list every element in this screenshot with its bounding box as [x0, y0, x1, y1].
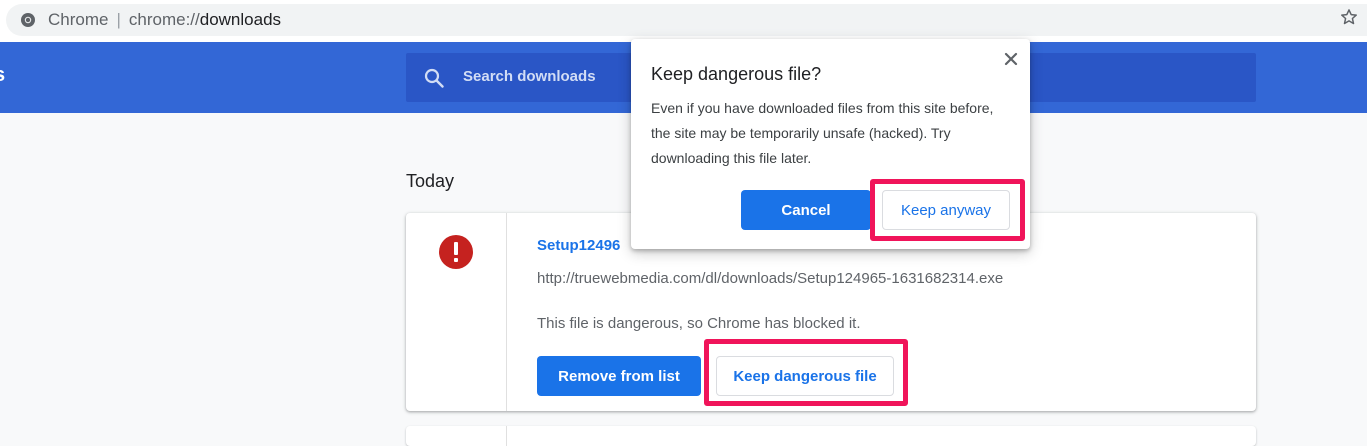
- url-host: downloads: [199, 10, 282, 29]
- danger-warning-icon: [439, 235, 473, 269]
- file-url[interactable]: http://truewebmedia.com/dl/downloads/Set…: [537, 270, 1003, 287]
- close-icon[interactable]: [1001, 49, 1021, 69]
- browser-toolbar: Chrome | chrome://downloads: [0, 0, 1367, 42]
- search-icon: [424, 68, 444, 88]
- cancel-button[interactable]: Cancel: [741, 190, 871, 230]
- bookmark-star-icon[interactable]: [1339, 7, 1359, 27]
- address-text[interactable]: Chrome | chrome://downloads: [48, 10, 281, 30]
- dialog-body: Even if you have downloaded files from t…: [651, 100, 994, 166]
- page-title: s: [0, 64, 5, 87]
- site-label: Chrome: [48, 10, 109, 29]
- highlight-keep-dangerous-file: [704, 339, 908, 406]
- address-separator: |: [116, 10, 121, 29]
- dialog-title: Keep dangerous file?: [651, 64, 822, 84]
- address-bar[interactable]: Chrome | chrome://downloads: [6, 4, 1367, 36]
- card-divider: [506, 426, 507, 446]
- chrome-icon: [21, 13, 35, 27]
- file-status: This file is dangerous, so Chrome has bl…: [537, 315, 861, 332]
- download-item-next: [406, 426, 1256, 446]
- remove-from-list-button[interactable]: Remove from list: [537, 356, 701, 396]
- file-name-link[interactable]: Setup12496: [537, 237, 620, 254]
- highlight-keep-anyway: [870, 179, 1025, 241]
- date-heading: Today: [406, 171, 455, 191]
- search-placeholder: Search downloads: [463, 68, 596, 85]
- card-divider: [506, 213, 507, 411]
- url-scheme: chrome://: [128, 10, 200, 29]
